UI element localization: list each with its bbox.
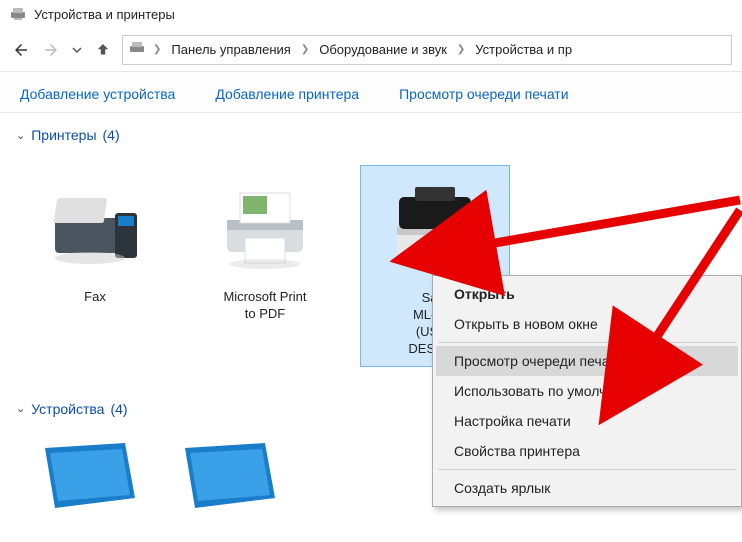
device-item-monitor[interactable]: [180, 443, 280, 513]
printer-icon: [210, 173, 320, 283]
menu-item-set-default[interactable]: Использовать по умолчанию: [436, 376, 738, 406]
address-bar: ❯ Панель управления ❯ Оборудование и зву…: [0, 28, 742, 72]
group-count: (4): [103, 127, 120, 143]
device-label: Fax: [84, 289, 106, 306]
chevron-right-icon: ❯: [453, 44, 469, 55]
menu-separator: [438, 342, 736, 343]
breadcrumb-item[interactable]: Устройства и пр: [473, 40, 574, 59]
breadcrumb-item[interactable]: Оборудование и звук: [317, 40, 449, 59]
add-device-link[interactable]: Добавление устройства: [20, 86, 175, 102]
devices-printers-icon: [129, 40, 145, 59]
breadcrumb-item[interactable]: Панель управления: [169, 40, 292, 59]
chevron-right-icon: ❯: [297, 44, 313, 55]
title-bar: Устройства и принтеры: [0, 0, 742, 28]
device-label: Microsoft Print to PDF: [223, 289, 306, 323]
group-label: Устройства: [31, 401, 104, 417]
menu-item-printer-properties[interactable]: Свойства принтера: [436, 436, 738, 466]
laser-printer-icon: [380, 174, 490, 284]
menu-item-print-settings[interactable]: Настройка печати: [436, 406, 738, 436]
view-print-queue-link[interactable]: Просмотр очереди печати: [399, 86, 568, 102]
group-count: (4): [110, 401, 127, 417]
add-printer-link[interactable]: Добавление принтера: [215, 86, 359, 102]
up-button[interactable]: [92, 39, 114, 61]
chevron-down-icon: ⌄: [16, 129, 25, 142]
device-item-fax[interactable]: Fax: [20, 165, 170, 314]
menu-item-create-shortcut[interactable]: Создать ярлык: [436, 473, 738, 503]
group-header-printers[interactable]: ⌄ Принтеры (4): [10, 113, 732, 149]
chevron-right-icon: ❯: [149, 44, 165, 55]
breadcrumb[interactable]: ❯ Панель управления ❯ Оборудование и зву…: [122, 35, 732, 65]
window-title: Устройства и принтеры: [34, 7, 175, 22]
context-menu: Открыть Открыть в новом окне Просмотр оч…: [432, 275, 742, 507]
history-dropdown-icon[interactable]: [70, 39, 84, 61]
chevron-down-icon: ⌄: [16, 402, 25, 415]
device-item-ms-print-pdf[interactable]: Microsoft Print to PDF: [190, 165, 340, 331]
menu-item-open-new-window[interactable]: Открыть в новом окне: [436, 309, 738, 339]
fax-icon: [40, 173, 150, 283]
menu-item-open[interactable]: Открыть: [436, 279, 738, 309]
devices-printers-icon: [10, 6, 26, 22]
forward-button[interactable]: [40, 39, 62, 61]
device-item-monitor[interactable]: [40, 443, 140, 513]
command-bar: Добавление устройства Добавление принтер…: [0, 72, 742, 113]
group-label: Принтеры: [31, 127, 96, 143]
back-button[interactable]: [10, 39, 32, 61]
menu-separator: [438, 469, 736, 470]
menu-item-view-queue[interactable]: Просмотр очереди печати: [436, 346, 738, 376]
